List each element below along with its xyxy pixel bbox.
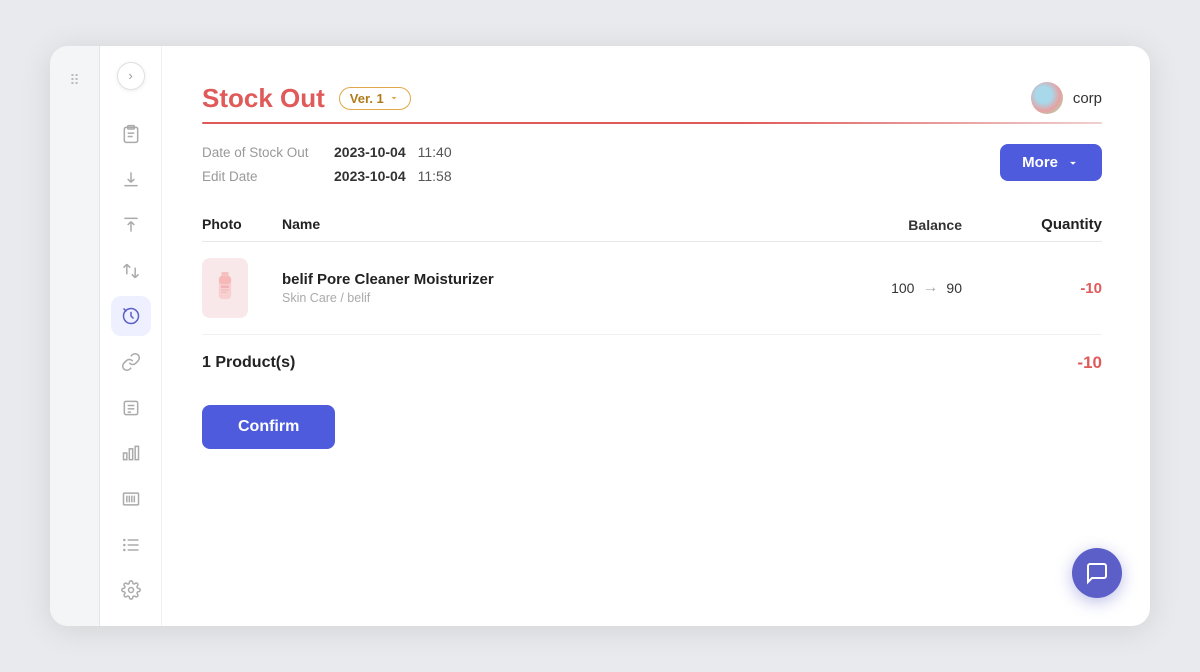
product-quantity: -10 bbox=[962, 280, 1102, 297]
sidebar-item-list[interactable] bbox=[111, 525, 151, 565]
more-label: More bbox=[1022, 154, 1058, 171]
edit-date-time: 11:58 bbox=[418, 168, 452, 184]
version-badge[interactable]: Ver. 1 bbox=[339, 87, 411, 110]
sidebar-item-notes[interactable] bbox=[111, 388, 151, 428]
product-info: belif Pore Cleaner Moisturizer Skin Care… bbox=[282, 271, 782, 305]
summary-label: 1 Product(s) bbox=[202, 354, 295, 372]
sidebar-item-barcode[interactable] bbox=[111, 479, 151, 519]
confirm-label: Confirm bbox=[238, 418, 299, 435]
col-quantity-header: Quantity bbox=[962, 216, 1102, 233]
sidebar-item-history[interactable] bbox=[111, 296, 151, 336]
corp-label: corp bbox=[1073, 90, 1102, 107]
product-name: belif Pore Cleaner Moisturizer bbox=[282, 271, 782, 288]
sidebar-item-upload[interactable] bbox=[111, 205, 151, 245]
header-row: Stock Out Ver. 1 corp bbox=[202, 82, 1102, 114]
col-photo-header: Photo bbox=[202, 216, 282, 233]
summary-total: -10 bbox=[1077, 353, 1102, 373]
sidebar-item-link[interactable] bbox=[111, 342, 151, 382]
edit-date-row: Edit Date 2023-10-04 11:58 bbox=[202, 168, 452, 184]
product-photo bbox=[202, 258, 248, 318]
chat-fab-button[interactable] bbox=[1072, 548, 1122, 598]
sidebar-toggle-button[interactable]: › bbox=[117, 62, 145, 90]
balance-to: 90 bbox=[946, 280, 962, 296]
summary-row: 1 Product(s) -10 bbox=[202, 335, 1102, 381]
version-label: Ver. 1 bbox=[350, 91, 384, 106]
date-stock-out-label: Date of Stock Out bbox=[202, 145, 322, 160]
col-balance-header: Balance bbox=[782, 216, 962, 233]
avatar bbox=[1031, 82, 1063, 114]
sidebar-item-transfer[interactable] bbox=[111, 251, 151, 291]
balance-arrow-icon: → bbox=[922, 279, 938, 297]
balance-from: 100 bbox=[891, 280, 914, 296]
date-stock-out-time: 11:40 bbox=[418, 144, 452, 160]
header-divider bbox=[202, 122, 1102, 124]
table-header: Photo Name Balance Quantity bbox=[202, 208, 1102, 242]
header-left: Stock Out Ver. 1 bbox=[202, 83, 411, 114]
meta-row: Date of Stock Out 2023-10-04 11:40 Edit … bbox=[202, 144, 1102, 184]
edit-date-label: Edit Date bbox=[202, 169, 322, 184]
product-category: Skin Care / belif bbox=[282, 291, 782, 305]
confirm-button[interactable]: Confirm bbox=[202, 405, 335, 449]
more-button[interactable]: More bbox=[1000, 144, 1102, 181]
sidebar-item-chart[interactable] bbox=[111, 433, 151, 473]
icon-bar: ⠿ bbox=[50, 46, 100, 626]
sidebar-nav: › bbox=[100, 46, 162, 626]
header-right: corp bbox=[1031, 82, 1102, 114]
main-content: Stock Out Ver. 1 corp Date of Stock Out … bbox=[162, 46, 1150, 626]
col-name-header: Name bbox=[282, 216, 782, 233]
product-balance: 100 → 90 bbox=[782, 279, 962, 297]
sidebar-item-download[interactable] bbox=[111, 159, 151, 199]
table-row: belif Pore Cleaner Moisturizer Skin Care… bbox=[202, 242, 1102, 335]
edit-date-value: 2023-10-04 bbox=[334, 168, 406, 184]
drag-handle-icon[interactable]: ⠿ bbox=[57, 62, 93, 98]
sidebar-item-settings[interactable] bbox=[111, 570, 151, 610]
date-stock-out-date: 2023-10-04 bbox=[334, 144, 406, 160]
sidebar-item-clipboard[interactable] bbox=[111, 114, 151, 154]
meta-info: Date of Stock Out 2023-10-04 11:40 Edit … bbox=[202, 144, 452, 184]
page-title: Stock Out bbox=[202, 83, 325, 114]
date-of-stock-out-row: Date of Stock Out 2023-10-04 11:40 bbox=[202, 144, 452, 160]
